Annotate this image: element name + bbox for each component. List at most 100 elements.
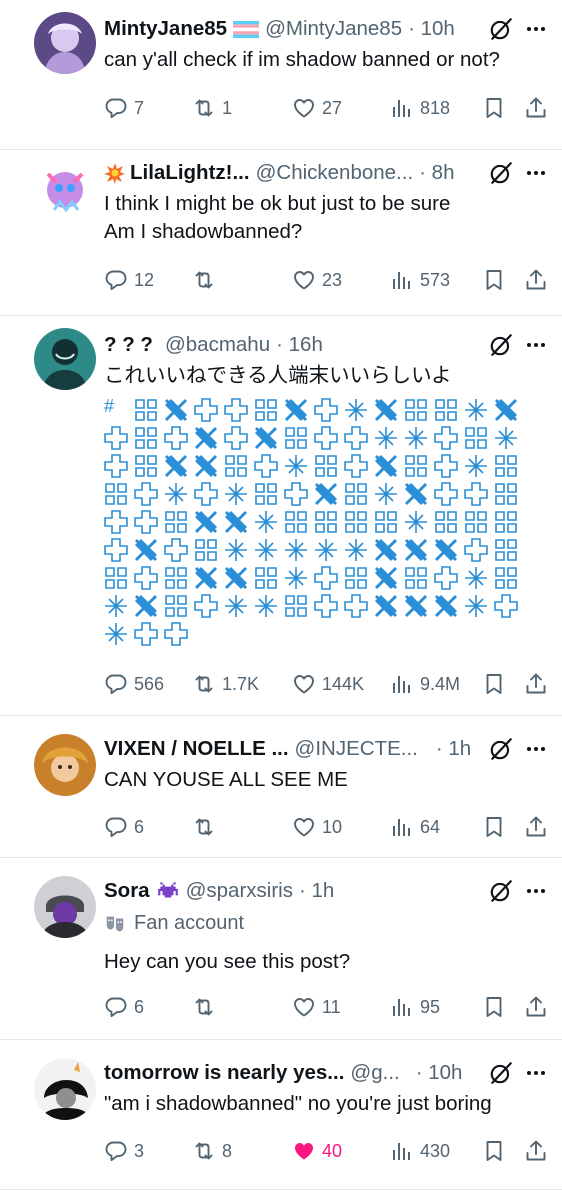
reply-button[interactable]: 566 [104,668,164,700]
share-button[interactable] [524,92,548,124]
more-icon[interactable] [524,1061,548,1085]
timestamp[interactable]: · 8h [419,161,454,185]
handle[interactable]: @MintyJane85 [265,17,402,41]
more-icon[interactable] [524,737,548,761]
like-button[interactable]: 40 [292,1135,342,1167]
glyph-mark [255,511,277,533]
glyph-mark [255,567,277,589]
fan-account-label: Fan account [104,912,244,935]
bookmark-button[interactable] [482,811,506,843]
reply-button[interactable]: 6 [104,991,144,1023]
glyph-mark [255,483,277,505]
handle[interactable]: @INJECTE... [295,737,418,761]
repost-button[interactable] [192,264,222,296]
views-button[interactable]: 64 [390,811,440,843]
like-button[interactable]: 144K [292,668,364,700]
bookmark-icon [482,96,506,120]
share-icon [524,268,548,292]
glyph-pattern-image[interactable] [104,396,524,648]
repost-button[interactable] [192,991,222,1023]
timestamp[interactable]: · 1h [299,879,334,903]
display-name[interactable]: MintyJane85 [104,17,227,41]
reply-icon [104,96,128,120]
like-button[interactable]: 11 [292,991,341,1023]
glyph-mark [284,482,308,506]
timestamp[interactable]: · 1h [436,737,471,761]
glyph-mark [134,594,158,618]
display-name[interactable]: tomorrow is nearly yes... [104,1061,344,1085]
reply-button[interactable]: 3 [104,1135,144,1167]
avatar[interactable] [34,876,96,938]
post-tomorrow[interactable]: tomorrow is nearly yes... @g... · 10h "a… [0,1040,562,1190]
display-name[interactable]: VIXEN / NOELLE ... [104,737,289,761]
bookmark-button[interactable] [482,991,506,1023]
handle[interactable]: @bacmahu [165,333,270,357]
avatar[interactable] [34,12,96,74]
timestamp[interactable]: · 10h [408,17,455,41]
timestamp[interactable]: · 16h [276,333,323,357]
reply-button[interactable]: 12 [104,264,154,296]
theater-masks-icon [104,913,126,935]
more-icon[interactable] [524,333,548,357]
views-button[interactable]: 818 [390,92,450,124]
reply-button[interactable]: 7 [104,92,144,124]
share-button[interactable] [524,1135,548,1167]
grok-icon[interactable] [488,160,514,186]
post-sora[interactable]: Sora @sparxsiris · 1h Fan account Hey ca… [0,858,562,1040]
handle[interactable]: @Chickenbone... [256,161,414,185]
glyph-mark [465,427,487,449]
views-button[interactable]: 95 [390,991,440,1023]
display-name[interactable]: Sora [104,879,150,903]
bookmark-button[interactable] [482,92,506,124]
avatar[interactable] [34,734,96,796]
handle[interactable]: @sparxsiris [186,879,293,903]
glyph-mark [165,483,187,505]
glyph-mark [405,511,427,533]
avatar[interactable] [34,1058,96,1120]
glyph-mark [374,538,398,562]
glyph-mark [134,622,158,646]
like-button[interactable]: 27 [292,92,342,124]
grok-icon[interactable] [488,332,514,358]
glyph-mark [165,567,187,589]
more-icon[interactable] [524,879,548,903]
more-icon[interactable] [524,17,548,41]
share-button[interactable] [524,811,548,843]
avatar[interactable] [34,160,96,222]
reply-button[interactable]: 6 [104,811,144,843]
bookmark-button[interactable] [482,668,506,700]
more-icon[interactable] [524,161,548,185]
views-button[interactable]: 573 [390,264,450,296]
views-button[interactable]: 9.4M [390,668,460,700]
action-bar: 7 1 27 818 [104,92,542,124]
display-name[interactable]: ? ? ? [104,333,153,357]
bookmark-button[interactable] [482,264,506,296]
repost-icon [192,995,216,1019]
glyph-mark [495,483,517,505]
grok-icon[interactable] [488,736,514,762]
post-mintyjane85[interactable]: MintyJane85 @MintyJane85 · 10h can y'all… [0,0,562,150]
repost-button[interactable]: 1.7K [192,668,259,700]
grok-icon[interactable] [488,1060,514,1086]
views-button[interactable]: 430 [390,1135,450,1167]
glyph-mark [164,622,188,646]
grok-icon[interactable] [488,878,514,904]
display-name[interactable]: LilaLightz!... [130,161,250,185]
post-lilalightz[interactable]: LilaLightz!... @Chickenbone... · 8h I th… [0,150,562,316]
share-button[interactable] [524,668,548,700]
repost-button[interactable]: 1 [192,92,232,124]
reply-icon [104,995,128,1019]
grok-icon[interactable] [488,16,514,42]
like-button[interactable]: 10 [292,811,342,843]
repost-button[interactable]: 8 [192,1135,232,1167]
share-button[interactable] [524,264,548,296]
post-vixen-noelle[interactable]: VIXEN / NOELLE ... @INJECTE... · 1h CAN … [0,716,562,858]
post-bacmahu[interactable]: ? ? ? @bacmahu · 16h これいいねできる人端末いいらしいよ #… [0,316,562,716]
avatar[interactable] [34,328,96,390]
share-button[interactable] [524,991,548,1023]
timestamp[interactable]: · 10h [416,1061,463,1085]
like-button[interactable]: 23 [292,264,342,296]
handle[interactable]: @g... [350,1061,399,1085]
bookmark-button[interactable] [482,1135,506,1167]
repost-button[interactable] [192,811,222,843]
